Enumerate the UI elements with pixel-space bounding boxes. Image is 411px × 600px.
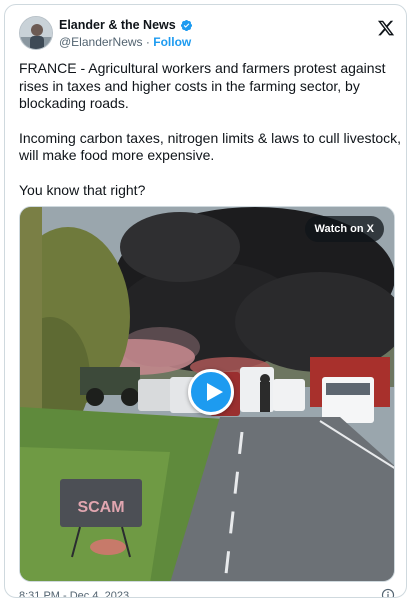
follow-button[interactable]: Follow <box>153 35 191 49</box>
tweet-paragraph: FRANCE - Agricultural workers and farmer… <box>19 60 386 111</box>
author-name-row: Elander & the News <box>59 17 193 33</box>
author-handle[interactable]: @ElanderNews <box>59 35 143 49</box>
tweet-footer: 8:31 PM - Dec 4, 2023 <box>19 588 395 598</box>
tweet-paragraph: Incoming carbon taxes, nitrogen limits &… <box>19 129 402 164</box>
play-button[interactable] <box>188 369 234 415</box>
timestamp[interactable]: 8:31 PM - Dec 4, 2023 <box>19 589 129 597</box>
watch-on-x-button[interactable]: Watch on X <box>304 216 384 242</box>
tweet-paragraph: You know that right? <box>19 181 146 198</box>
author-handle-row: @ElanderNews · Follow <box>59 35 191 50</box>
tweet-card: Elander & the News @ElanderNews · Follow… <box>4 4 407 598</box>
tweet-header: Elander & the News @ElanderNews · Follow <box>17 13 397 53</box>
play-icon <box>207 383 223 401</box>
verified-badge-icon <box>180 19 192 31</box>
tweet-text: FRANCE - Agricultural workers and farmer… <box>19 60 403 199</box>
info-icon[interactable] <box>381 588 395 598</box>
author-name[interactable]: Elander & the News <box>59 17 176 33</box>
avatar[interactable] <box>19 16 53 50</box>
separator-dot: · <box>145 35 150 49</box>
x-logo-icon[interactable] <box>377 19 395 37</box>
scam-sign-text: SCAM <box>77 499 124 516</box>
video-player[interactable]: SCAM Watch on X <box>19 206 395 582</box>
